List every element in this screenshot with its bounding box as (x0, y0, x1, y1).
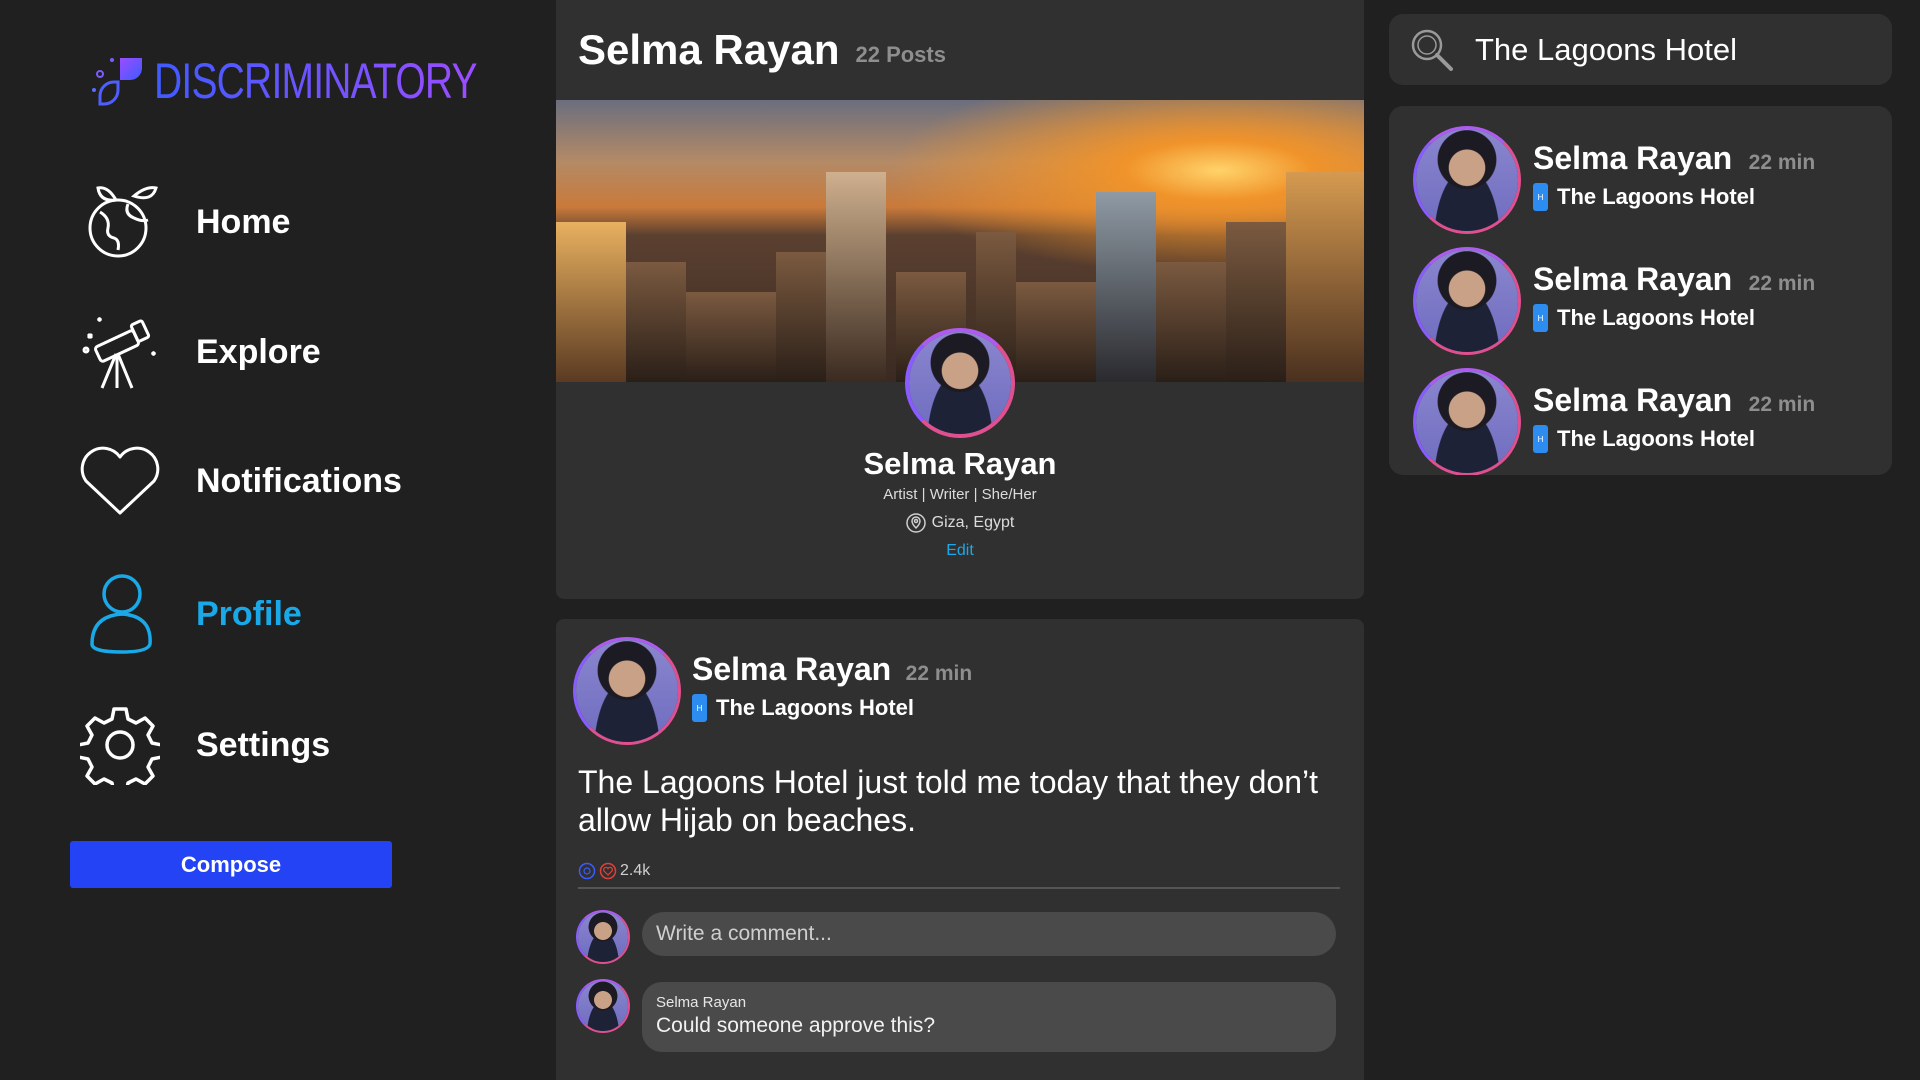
sidebar: DISCRIMINATORY Home Explore Notification… (0, 0, 555, 1080)
result-name: Selma Rayan (1533, 382, 1733, 418)
heart-icon (78, 439, 162, 523)
gear-icon (78, 703, 162, 787)
post-header: Selma Rayan 22 min H The Lagoons Hotel (692, 651, 972, 722)
result-time: 22 min (1748, 393, 1816, 416)
post-body: The Lagoons Hotel just told me today tha… (578, 764, 1319, 838)
profile-info: Selma Rayan Artist | Writer | She/Her Gi… (556, 446, 1364, 560)
post-place-text: The Lagoons Hotel (716, 695, 914, 720)
profile-name: Selma Rayan (863, 446, 1057, 481)
result-time: 22 min (1748, 272, 1816, 295)
search-result-item[interactable]: Selma Rayan 22 min H The Lagoons Hotel (1413, 368, 1815, 475)
nav-label-notifications: Notifications (196, 461, 402, 500)
search-icon (1411, 29, 1453, 71)
nav-label-home: Home (196, 202, 291, 241)
nav-item-home[interactable]: Home (78, 180, 290, 264)
telescope-icon (78, 310, 162, 394)
nav-item-settings[interactable]: Settings (78, 703, 330, 787)
post-author-avatar[interactable] (573, 637, 681, 745)
result-name: Selma Rayan (1533, 261, 1733, 297)
comment-author[interactable]: Selma Rayan (656, 994, 1322, 1011)
post-author[interactable]: Selma Rayan (692, 651, 891, 687)
page-title: Selma Rayan (578, 26, 840, 73)
search-bar[interactable] (1389, 14, 1892, 85)
location-pin-icon (905, 513, 926, 533)
reactions-count: 2.4k (620, 862, 651, 879)
post-time: 22 min (905, 662, 973, 685)
globe-plant-icon (78, 180, 162, 264)
nav-item-profile[interactable]: Profile (78, 572, 302, 656)
search-results: Selma Rayan 22 min H The Lagoons Hotel S… (1389, 106, 1892, 475)
posts-count: 22 Posts (855, 42, 946, 67)
profile-header: Selma Rayan 22 Posts (556, 0, 1364, 100)
comment-text: Could someone approve this? (656, 1014, 936, 1037)
profile-location: Giza, Egypt (556, 513, 1364, 533)
nav-label-settings: Settings (196, 725, 331, 764)
edit-profile-link[interactable]: Edit (946, 542, 974, 560)
hotel-icon: H (1533, 304, 1548, 332)
search-result-item[interactable]: Selma Rayan 22 min H The Lagoons Hotel (1413, 247, 1815, 355)
nav-label-explore: Explore (196, 332, 321, 371)
app-logo[interactable]: DISCRIMINATORY (90, 52, 568, 110)
result-place: The Lagoons Hotel (1557, 426, 1755, 451)
nav-item-explore[interactable]: Explore (78, 310, 321, 394)
user-icon (78, 572, 162, 656)
comment-author-avatar[interactable] (576, 979, 630, 1033)
comment-item: Selma Rayan Could someone approve this? (642, 982, 1336, 1052)
hotel-icon: H (1533, 425, 1548, 453)
post-place[interactable]: H The Lagoons Hotel (692, 694, 972, 722)
post-divider (578, 887, 1340, 889)
result-avatar (1413, 126, 1521, 234)
profile-avatar[interactable] (905, 328, 1015, 438)
comment-composer-avatar-wrap (576, 910, 630, 964)
logo-text: DISCRIMINATORY (154, 53, 478, 109)
comment-input[interactable] (642, 912, 1336, 956)
search-input[interactable] (1475, 31, 1875, 68)
comment-avatar-wrap (576, 979, 630, 1033)
location-text: Giza, Egypt (931, 514, 1015, 531)
result-avatar (1413, 368, 1521, 475)
result-avatar (1413, 247, 1521, 355)
nav-label-profile: Profile (196, 594, 302, 633)
search-result-item[interactable]: Selma Rayan 22 min H The Lagoons Hotel (1413, 126, 1815, 234)
hotel-icon: H (692, 694, 707, 722)
nav-item-notifications[interactable]: Notifications (78, 439, 402, 523)
love-reaction-icon (599, 862, 617, 880)
compose-button[interactable]: Compose (70, 841, 392, 888)
result-place: The Lagoons Hotel (1557, 184, 1755, 209)
result-time: 22 min (1748, 151, 1816, 174)
logo-icon (92, 58, 142, 106)
like-reaction-icon (578, 862, 596, 880)
reactions-bar[interactable]: 2.4k (578, 862, 650, 880)
profile-bio: Artist | Writer | She/Her (883, 486, 1037, 503)
result-place: The Lagoons Hotel (1557, 305, 1755, 330)
result-name: Selma Rayan (1533, 140, 1733, 176)
current-user-avatar (576, 910, 630, 964)
profile-card: Selma Rayan 22 Posts Selma Rayan Artist … (556, 0, 1364, 599)
hotel-icon: H (1533, 183, 1548, 211)
